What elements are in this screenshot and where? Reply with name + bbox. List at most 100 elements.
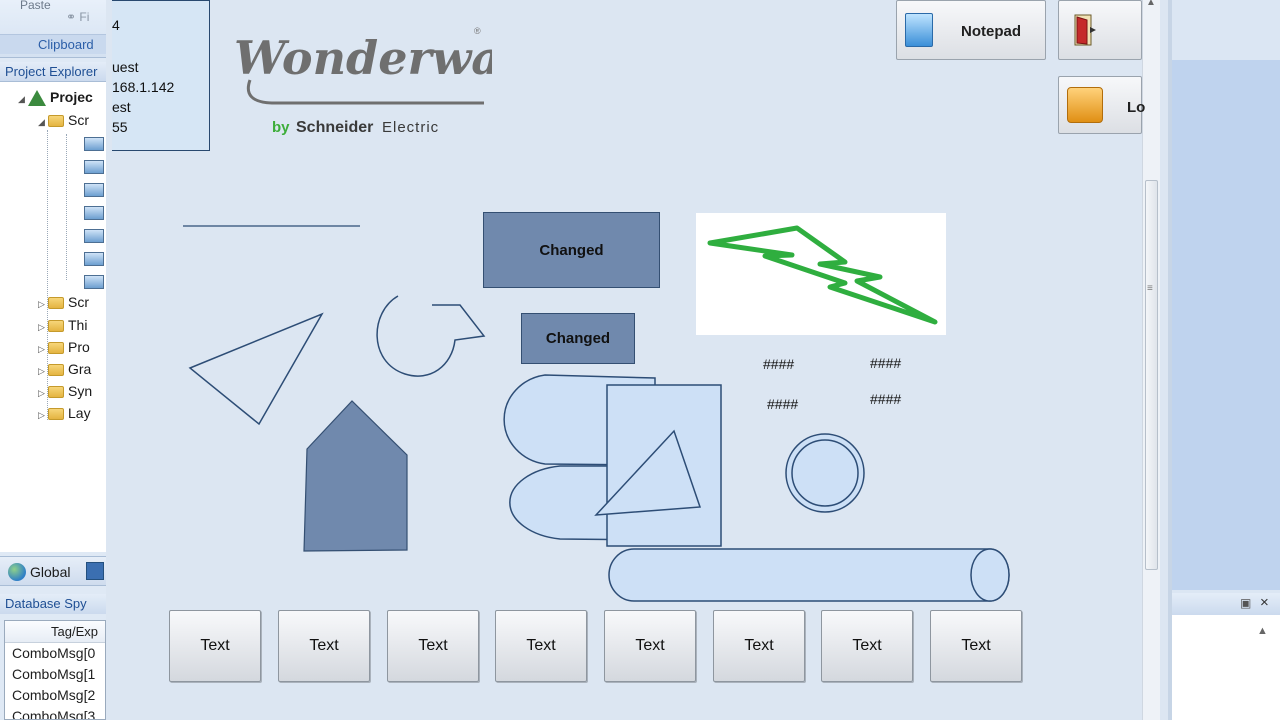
globe-icon — [8, 563, 26, 581]
tree-item[interactable]: ▷ Gra — [38, 358, 91, 380]
tree-item-label: Scr — [68, 112, 89, 128]
info-line: 168.1.142 — [112, 79, 175, 95]
tree-item-label: Syn — [68, 383, 93, 399]
close-icon[interactable]: × — [1260, 594, 1269, 611]
clipboard-group-label: Clipboard — [0, 34, 106, 54]
folder-icon — [48, 342, 64, 355]
info-line: uest — [112, 59, 139, 75]
hash-value-display: #### — [763, 356, 795, 372]
text-button-7[interactable]: Text — [821, 610, 913, 682]
tree-item-label: Projec — [50, 89, 93, 105]
scrollbar-grip-icon: ≡ — [1147, 283, 1153, 294]
text-button-5[interactable]: Text — [604, 610, 696, 682]
notepad-button[interactable]: Notepad — [896, 0, 1046, 60]
table-row[interactable]: ComboMsg[1 — [5, 664, 105, 685]
hash-value-display: #### — [870, 391, 902, 407]
tree-item-label: Thi — [68, 317, 88, 333]
wonderware-logo: Wonderware ® by Schneider Electric — [234, 26, 492, 136]
pin-icon[interactable]: ▣ — [1240, 596, 1251, 610]
hash-value-display: #### — [870, 355, 902, 371]
folder-icon — [48, 320, 64, 333]
project-tree[interactable]: ◢ Projec ◢ Scr ▷ Scr ▷ Thi ▷ Pro ▷ Gra ▷ Syn ▷ Lay — [0, 82, 106, 552]
table-row[interactable]: ComboMsg[0 — [5, 643, 105, 664]
tree-item[interactable] — [74, 178, 106, 200]
tree-guide-line — [47, 130, 48, 420]
scrollbar-thumb[interactable] — [1145, 180, 1158, 570]
login-button-label: Lo — [1127, 99, 1146, 116]
key-icon — [1067, 87, 1103, 123]
tree-collapse-arrow-icon[interactable]: ◢ — [18, 88, 28, 110]
tag-expression-column-header[interactable]: Tag/Exp — [5, 621, 105, 643]
screen-icon — [84, 183, 104, 198]
tree-item[interactable]: ▷ Lay — [38, 402, 91, 424]
lightning-bolt-panel — [696, 213, 946, 335]
screen-icon — [84, 160, 104, 175]
notepad-button-label: Notepad — [961, 23, 1021, 40]
tree-item[interactable]: ▷ Scr — [38, 291, 89, 313]
tree-item[interactable]: ◢ Projec — [18, 86, 93, 108]
info-line: est — [112, 99, 131, 115]
logo-registered-mark: ® — [474, 26, 481, 36]
scroll-up-arrow-icon[interactable]: ▲ — [1146, 0, 1156, 8]
tree-item-label: Gra — [68, 361, 92, 377]
notepad-icon — [905, 13, 933, 47]
text-button-2[interactable]: Text — [278, 610, 370, 682]
screens-tab-icon[interactable] — [86, 562, 104, 580]
screen-icon — [84, 275, 104, 290]
graphics-icon — [48, 364, 64, 377]
tree-item-label: Lay — [68, 405, 91, 421]
tree-item[interactable] — [74, 155, 106, 177]
database-spy-header: Database Spy — [0, 594, 106, 614]
changed-label: Changed — [545, 330, 611, 347]
screen-icon — [84, 252, 104, 267]
logo-brand: Schneider — [296, 119, 373, 136]
ribbon: Paste ⚭ Fi Clipboard — [0, 0, 106, 58]
station-info-panel: 4 uest 168.1.142 est 55 — [112, 0, 210, 151]
login-button[interactable]: Lo — [1058, 76, 1146, 134]
database-spy-grid[interactable]: Tag/Exp ComboMsg[0 ComboMsg[1 ComboMsg[2… — [4, 620, 106, 720]
info-line: 55 — [112, 119, 128, 135]
text-button-1[interactable]: Text — [169, 610, 261, 682]
layout-icon — [48, 408, 64, 421]
symbols-icon — [48, 386, 64, 399]
folder-icon — [48, 297, 64, 310]
tree-item[interactable] — [74, 247, 106, 269]
tree-item[interactable]: ▷ Thi — [38, 314, 87, 336]
logo-by: by — [272, 119, 290, 136]
hash-value-display: #### — [767, 396, 799, 412]
tree-item[interactable] — [74, 270, 106, 292]
text-button-6[interactable]: Text — [713, 610, 805, 682]
scroll-up-arrow-icon[interactable]: ▲ — [1257, 625, 1268, 637]
table-row[interactable]: ComboMsg[3 — [5, 706, 105, 719]
text-button-8[interactable]: Text — [930, 610, 1022, 682]
find-button[interactable]: ⚭ Fi — [66, 10, 89, 24]
logo-wordmark: Wonderware — [234, 31, 492, 85]
find-label: Fi — [79, 10, 90, 24]
table-row[interactable]: ComboMsg[2 — [5, 685, 105, 706]
changed-label: Changed — [539, 241, 604, 259]
changed-rectangle-small[interactable]: Changed — [521, 313, 635, 364]
screen-icon — [84, 137, 104, 152]
tree-item[interactable] — [74, 132, 106, 154]
text-button-4[interactable]: Text — [495, 610, 587, 682]
tree-guide-line — [66, 134, 67, 280]
logo-electric: Electric — [382, 119, 439, 136]
tree-item[interactable] — [74, 201, 106, 223]
project-icon — [28, 90, 46, 107]
tree-item[interactable] — [74, 224, 106, 246]
binoculars-icon: ⚭ — [66, 10, 77, 24]
ide-left-panel: Paste ⚭ Fi Clipboard Project Explorer ◢ P… — [0, 0, 106, 720]
text-button-3[interactable]: Text — [387, 610, 479, 682]
paste-button[interactable]: Paste — [20, 0, 51, 12]
changed-rectangle-large[interactable]: Changed — [483, 212, 660, 288]
screen-icon — [84, 229, 104, 244]
tree-item-label: Scr — [68, 294, 89, 310]
tree-item-label: Pro — [68, 339, 90, 355]
global-tab-label: Global — [30, 564, 71, 580]
screen-icon — [84, 206, 104, 221]
exit-button[interactable] — [1058, 0, 1142, 60]
tree-item[interactable]: ▷ Pro — [38, 336, 90, 358]
project-explorer-header: Project Explorer — [0, 62, 106, 82]
global-tab[interactable]: Global — [0, 556, 106, 586]
tree-item[interactable]: ◢ Scr — [38, 109, 89, 131]
